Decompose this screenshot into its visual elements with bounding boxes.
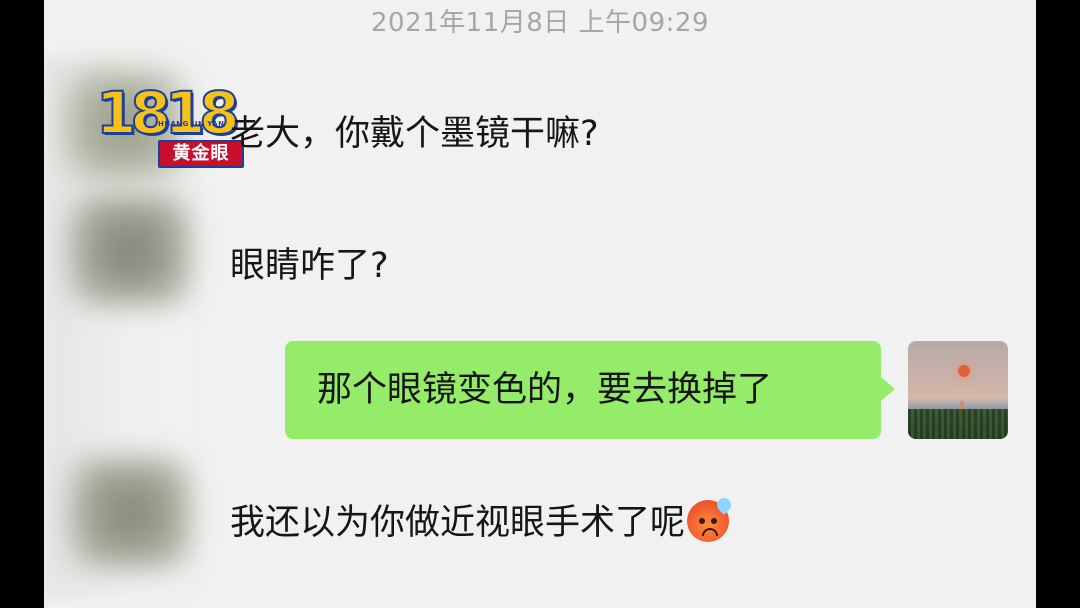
- emoji-eye: [711, 518, 718, 524]
- hot-sweat-face-emoji: [687, 495, 734, 542]
- sun-graphic: [958, 365, 970, 377]
- incoming-message-3-text: 我还以为你做近视眼手术了呢: [230, 503, 686, 543]
- incoming-message-3[interactable]: 我还以为你做近视眼手术了呢: [230, 495, 734, 545]
- sweat-drop-icon: [714, 495, 734, 515]
- contact-avatar-blurred[interactable]: [70, 195, 190, 305]
- outgoing-message-text: 那个眼镜变色的，要去换掉了: [317, 370, 773, 410]
- emoji-eye: [699, 518, 706, 524]
- emoji-mouth: [702, 528, 719, 536]
- chat-screen: 2021年11月8日 上午09:29 1818 HUANG JIN YAN 黄金…: [44, 0, 1036, 608]
- incoming-message-2[interactable]: 眼睛咋了?: [230, 244, 389, 288]
- incoming-message-1[interactable]: 老大，你戴个墨镜干嘛?: [230, 112, 599, 156]
- logo-subtitle: HUANG JIN YAN: [158, 120, 225, 128]
- user-avatar-sunset-photo[interactable]: [908, 341, 1008, 439]
- logo-digits: 1818: [95, 79, 240, 147]
- outgoing-message-bubble[interactable]: 那个眼镜变色的，要去换掉了: [285, 341, 895, 439]
- reeds-graphic: [908, 409, 1008, 439]
- message-timestamp: 2021年11月8日 上午09:29: [371, 8, 709, 38]
- contact-avatar-blurred[interactable]: [70, 458, 190, 568]
